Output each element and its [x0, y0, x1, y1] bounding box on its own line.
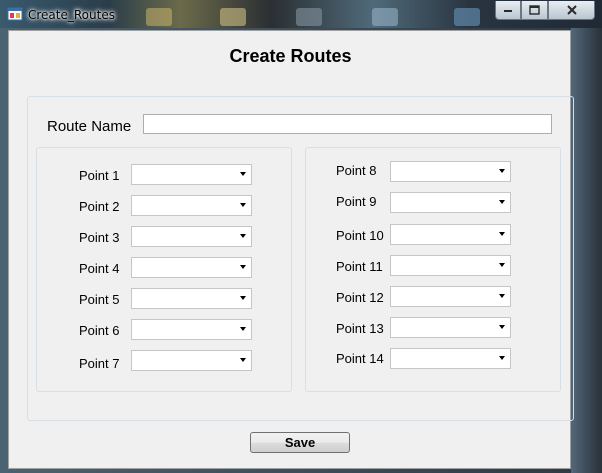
point-8-label: Point 8: [336, 163, 377, 178]
point-14-label: Point 14: [336, 351, 384, 366]
create-routes-window: Create_Routes Create Routes Route Name P…: [0, 0, 602, 473]
point-4-dropdown[interactable]: [131, 257, 252, 278]
point-7-label: Point 7: [79, 356, 120, 371]
point-10-dropdown[interactable]: [390, 224, 511, 245]
point-9-label: Point 9: [336, 194, 377, 209]
chevron-down-icon: [240, 358, 246, 362]
point-2-dropdown[interactable]: [131, 195, 252, 216]
chevron-down-icon: [240, 234, 246, 238]
window-title: Create_Routes: [28, 8, 115, 22]
chevron-down-icon: [240, 265, 246, 269]
point-12-dropdown[interactable]: [390, 286, 511, 307]
point-3-dropdown[interactable]: [131, 226, 252, 247]
point-8-dropdown[interactable]: [390, 161, 511, 182]
window-frame-edge: [571, 28, 602, 473]
chevron-down-icon: [499, 263, 505, 267]
chevron-down-icon: [240, 327, 246, 331]
point-7-dropdown[interactable]: [131, 350, 252, 371]
chevron-down-icon: [240, 296, 246, 300]
close-button[interactable]: [548, 1, 595, 20]
desktop-background-decoration: [146, 8, 172, 26]
point-10-label: Point 10: [336, 228, 384, 243]
point-12-label: Point 12: [336, 290, 384, 305]
point-13-dropdown[interactable]: [390, 317, 511, 338]
minimize-icon: [504, 10, 512, 12]
chevron-down-icon: [499, 200, 505, 204]
page-title: Create Routes: [229, 46, 352, 66]
chevron-down-icon: [499, 294, 505, 298]
desktop-background-decoration: [372, 8, 398, 26]
chevron-down-icon: [499, 325, 505, 329]
point-2-label: Point 2: [79, 199, 120, 214]
chevron-down-icon: [499, 232, 505, 236]
point-9-dropdown[interactable]: [390, 192, 511, 213]
desktop-background-decoration: [220, 8, 246, 26]
chevron-down-icon: [240, 203, 246, 207]
desktop-background-decoration: [296, 8, 322, 26]
point-6-dropdown[interactable]: [131, 319, 252, 340]
desktop-background-decoration: [454, 8, 480, 26]
route-name-label: Route Name: [47, 118, 132, 135]
point-11-dropdown[interactable]: [390, 255, 511, 276]
chevron-down-icon: [499, 169, 505, 173]
point-4-label: Point 4: [79, 261, 120, 276]
title-bar[interactable]: Create_Routes: [0, 0, 602, 28]
point-1-dropdown[interactable]: [131, 164, 252, 185]
form-client-area: Create Routes Route Name Point 1 Point 2…: [8, 30, 574, 469]
app-window-icon: [7, 7, 23, 21]
maximize-icon: [529, 5, 540, 15]
chevron-down-icon: [499, 356, 505, 360]
point-14-dropdown[interactable]: [390, 348, 511, 369]
chevron-down-icon: [240, 172, 246, 176]
point-3-label: Point 3: [79, 230, 120, 245]
maximize-button[interactable]: [521, 1, 548, 20]
point-11-label: Point 11: [336, 259, 383, 274]
point-13-label: Point 13: [336, 321, 384, 336]
point-5-label: Point 5: [79, 292, 120, 307]
point-5-dropdown[interactable]: [131, 288, 252, 309]
route-name-input[interactable]: [143, 114, 552, 134]
save-button[interactable]: Save: [250, 432, 350, 453]
point-1-label: Point 1: [79, 168, 120, 183]
minimize-button[interactable]: [495, 1, 521, 20]
close-icon: [566, 5, 577, 15]
point-6-label: Point 6: [79, 323, 120, 338]
